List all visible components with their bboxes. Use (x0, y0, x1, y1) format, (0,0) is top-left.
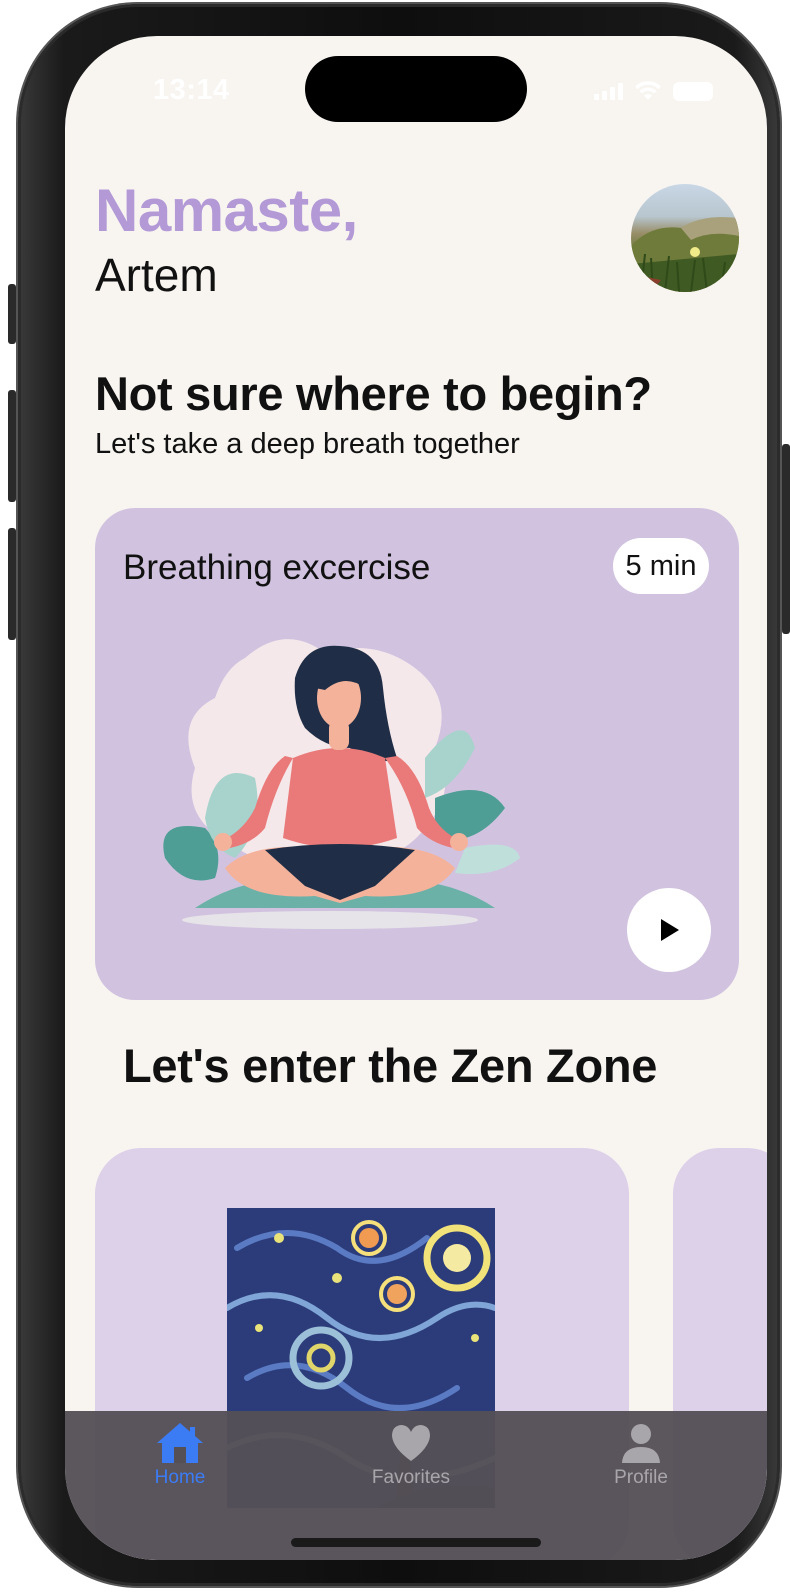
dynamic-island (305, 56, 527, 122)
power-button (782, 444, 790, 634)
volume-down-button (8, 528, 16, 640)
section-subtitle: Let's take a deep breath together (95, 428, 520, 460)
username: Artem (95, 249, 218, 301)
card-title: Breathing excercise (123, 548, 431, 587)
tab-home[interactable]: Home (110, 1421, 250, 1489)
meditation-illustration (163, 639, 520, 929)
device-frame: 13:14 Namaste, Artem Not sure where to b… (8, 4, 790, 1586)
cellular-signal-icon (594, 82, 623, 100)
heart-icon (392, 1425, 430, 1461)
home-indicator[interactable] (291, 1538, 541, 1547)
zen-section-title: Let's enter the Zen Zone (123, 1039, 658, 1092)
tab-favorites[interactable]: Favorites (341, 1421, 481, 1489)
play-icon (661, 919, 679, 941)
tab-label: Favorites (371, 1467, 451, 1488)
tab-profile[interactable]: Profile (571, 1421, 711, 1489)
person-icon (622, 1424, 660, 1463)
battery-icon (673, 81, 713, 101)
greeting-title: Namaste, (95, 177, 358, 244)
volume-up-button (8, 390, 16, 502)
avatar-photo (631, 217, 739, 292)
section-title: Not sure where to begin? (95, 367, 652, 420)
status-icons (594, 80, 713, 102)
app-screen: 13:14 Namaste, Artem Not sure where to b… (65, 36, 767, 1560)
breathing-exercise-card[interactable]: Breathing excercise 5 min (95, 508, 739, 1000)
action-button (8, 284, 16, 344)
duration-badge: 5 min (613, 538, 709, 594)
play-button[interactable] (627, 888, 711, 972)
house-icon (157, 1423, 203, 1463)
tab-label: Home (154, 1467, 206, 1488)
wifi-icon (635, 81, 661, 100)
tab-label: Profile (614, 1467, 668, 1488)
avatar[interactable] (631, 184, 739, 292)
status-time: 13:14 (153, 74, 230, 106)
